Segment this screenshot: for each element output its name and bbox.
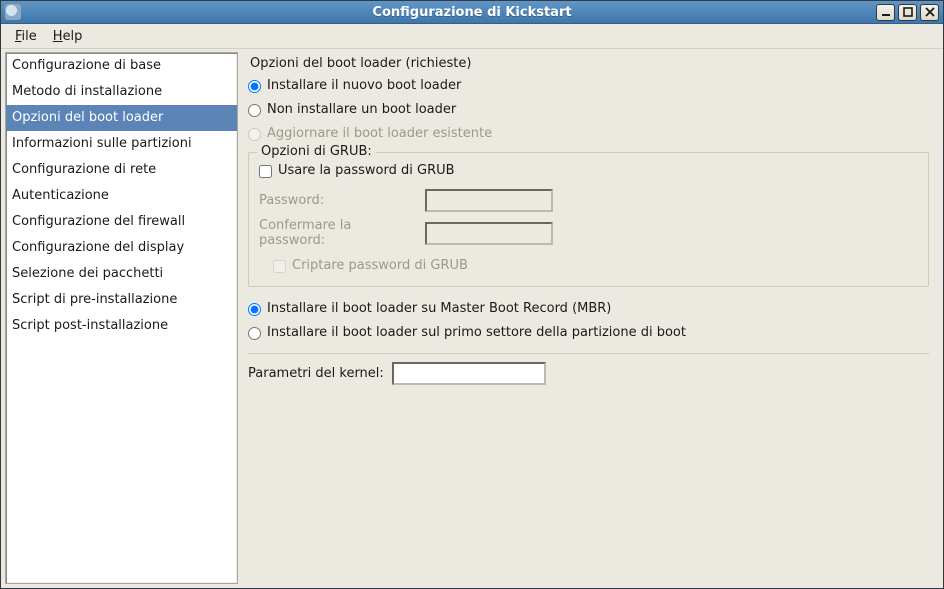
menu-file-rest: ile [22, 29, 37, 44]
workarea: Configurazione di base Metodo di install… [1, 49, 943, 588]
sidebar-item-boot-loader[interactable]: Opzioni del boot loader [6, 105, 237, 131]
check-use-grub-pw-input[interactable] [259, 165, 272, 178]
grub-password-label: Password: [259, 193, 419, 208]
sidebar-item-packages[interactable]: Selezione dei pacchetti [6, 261, 237, 287]
check-use-grub-pw[interactable]: Usare la password di GRUB [259, 159, 918, 183]
sidebar: Configurazione di base Metodo di install… [5, 52, 238, 584]
radio-install-new-input[interactable] [248, 80, 261, 93]
check-encrypt-grub-pw-input [273, 260, 286, 273]
sidebar-item-post-script[interactable]: Script post-installazione [6, 313, 237, 339]
sidebar-item-display[interactable]: Configurazione del display [6, 235, 237, 261]
check-encrypt-grub-pw: Criptare password di GRUB [273, 254, 918, 278]
menu-file[interactable]: File [7, 26, 45, 47]
radio-no-install-input[interactable] [248, 104, 261, 117]
close-button[interactable] [920, 4, 939, 21]
radio-no-install[interactable]: Non installare un boot loader [248, 98, 929, 122]
grub-confirm-input [425, 222, 553, 245]
app-icon [5, 4, 21, 20]
radio-install-part[interactable]: Installare il boot loader sul primo sett… [248, 321, 929, 345]
kernel-params-input[interactable] [392, 362, 546, 385]
sidebar-item-pre-script[interactable]: Script di pre-installazione [6, 287, 237, 313]
sidebar-item-basic[interactable]: Configurazione di base [6, 53, 237, 79]
content-pane: Opzioni del boot loader (richieste) Inst… [242, 52, 939, 584]
radio-upgrade-label: Aggiornare il boot loader esistente [267, 124, 492, 144]
radio-no-install-label: Non installare un boot loader [267, 100, 456, 120]
grub-legend: Opzioni di GRUB: [257, 144, 376, 159]
grub-password-input [425, 189, 553, 212]
radio-install-new[interactable]: Installare il nuovo boot loader [248, 74, 929, 98]
grub-options-group: Opzioni di GRUB: Usare la password di GR… [248, 152, 929, 287]
radio-install-mbr-input[interactable] [248, 303, 261, 316]
grub-confirm-row: Confermare la password: [259, 218, 918, 248]
grub-password-row: Password: [259, 189, 918, 212]
sidebar-item-firewall[interactable]: Configurazione del firewall [6, 209, 237, 235]
radio-upgrade: Aggiornare il boot loader esistente [248, 122, 929, 146]
menu-help[interactable]: Help [45, 26, 91, 47]
minimize-button[interactable] [876, 4, 895, 21]
window: Configurazione di Kickstart File Help Co… [0, 0, 944, 589]
kernel-params-label: Parametri del kernel: [248, 366, 384, 381]
radio-install-part-input[interactable] [248, 327, 261, 340]
radio-install-new-label: Installare il nuovo boot loader [267, 76, 461, 96]
maximize-button[interactable] [898, 4, 917, 21]
grub-confirm-label: Confermare la password: [259, 218, 419, 248]
window-title: Configurazione di Kickstart [1, 5, 943, 20]
titlebar: Configurazione di Kickstart [1, 1, 943, 24]
kernel-params-row: Parametri del kernel: [248, 362, 929, 385]
radio-install-mbr-label: Installare il boot loader su Master Boot… [267, 299, 611, 319]
check-encrypt-grub-pw-label: Criptare password di GRUB [292, 256, 468, 276]
radio-install-part-label: Installare il boot loader sul primo sett… [267, 323, 686, 343]
bootloader-options-group: Opzioni del boot loader (richieste) Inst… [248, 56, 929, 354]
radio-install-mbr[interactable]: Installare il boot loader su Master Boot… [248, 297, 929, 321]
check-use-grub-pw-label: Usare la password di GRUB [278, 161, 455, 181]
menubar: File Help [1, 24, 943, 49]
install-location-group: Installare il boot loader su Master Boot… [248, 297, 929, 345]
menu-help-rest: elp [63, 29, 83, 44]
sidebar-item-network[interactable]: Configurazione di rete [6, 157, 237, 183]
radio-upgrade-input [248, 128, 261, 141]
section-title: Opzioni del boot loader (richieste) [248, 56, 929, 71]
sidebar-item-partitions[interactable]: Informazioni sulle partizioni [6, 131, 237, 157]
sidebar-item-install-method[interactable]: Metodo di installazione [6, 79, 237, 105]
sidebar-item-auth[interactable]: Autenticazione [6, 183, 237, 209]
